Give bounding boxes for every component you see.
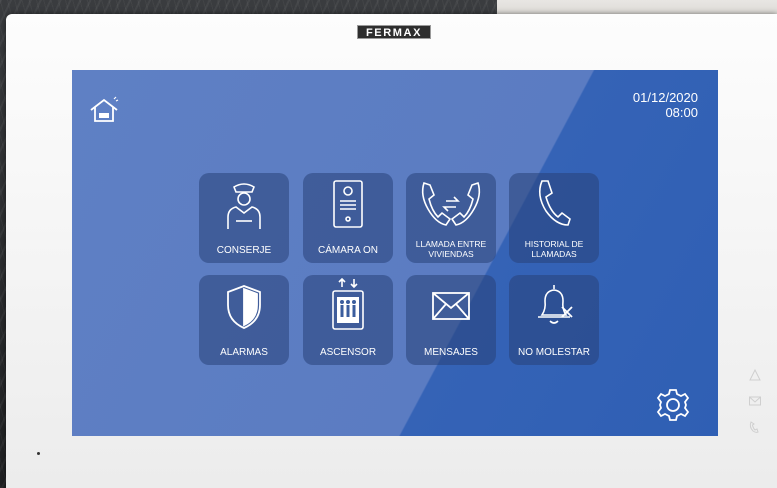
tile-label: ALARMAS bbox=[220, 347, 268, 358]
date-time: 01/12/2020 08:00 bbox=[633, 90, 698, 120]
tile-conserje[interactable]: CONSERJE bbox=[199, 173, 289, 263]
settings-gear-icon[interactable] bbox=[656, 388, 690, 422]
envelope-icon bbox=[432, 292, 470, 320]
tile-historial-de-llamadas[interactable]: HISTORIAL DE LLAMADAS bbox=[509, 173, 599, 263]
tile-label: ASCENSOR bbox=[319, 347, 377, 358]
phone-history-icon bbox=[538, 180, 571, 226]
tile-ascensor[interactable]: ASCENSOR bbox=[303, 275, 393, 365]
message-status-icon bbox=[748, 394, 766, 412]
time-label: 08:00 bbox=[665, 105, 698, 120]
date-label: 01/12/2020 bbox=[632, 90, 698, 105]
tile-label: CÁMARA ON bbox=[317, 245, 378, 256]
door-panel-camera-icon bbox=[333, 180, 363, 228]
concierge-icon bbox=[227, 183, 261, 229]
touch-screen: 01/12/2020 08:00 CONSERJE CÁMARA ON LLAM… bbox=[72, 70, 718, 436]
elevator-icon bbox=[332, 277, 364, 330]
tile-mensajes[interactable]: MENSAJES bbox=[406, 275, 496, 365]
call-status-icon bbox=[748, 420, 766, 438]
tile-no-molestar[interactable]: NO MOLESTAR bbox=[509, 275, 599, 365]
status-led-panel bbox=[748, 368, 766, 446]
tile-alarmas[interactable]: ALARMAS bbox=[199, 275, 289, 365]
intercom-call-icon bbox=[421, 181, 481, 226]
tile-camara-on[interactable]: CÁMARA ON bbox=[303, 173, 393, 263]
alarm-status-icon bbox=[748, 368, 766, 386]
tile-label: NO MOLESTAR bbox=[517, 347, 591, 358]
microphone-hole bbox=[37, 452, 40, 455]
tile-label: LLAMADA ENTRE VIVIENDAS bbox=[415, 239, 487, 259]
tile-label: MENSAJES bbox=[424, 347, 478, 358]
bell-muted-icon bbox=[538, 285, 573, 324]
tile-label: HISTORIAL DE LLAMADAS bbox=[524, 239, 584, 259]
tile-llamada-entre-viviendas[interactable]: LLAMADA ENTRE VIVIENDAS bbox=[406, 173, 496, 263]
brand-logo: FERMAX bbox=[357, 25, 431, 39]
tile-label: CONSERJE bbox=[216, 245, 272, 256]
home-mode-icon[interactable] bbox=[88, 96, 122, 124]
shield-icon bbox=[227, 285, 261, 329]
